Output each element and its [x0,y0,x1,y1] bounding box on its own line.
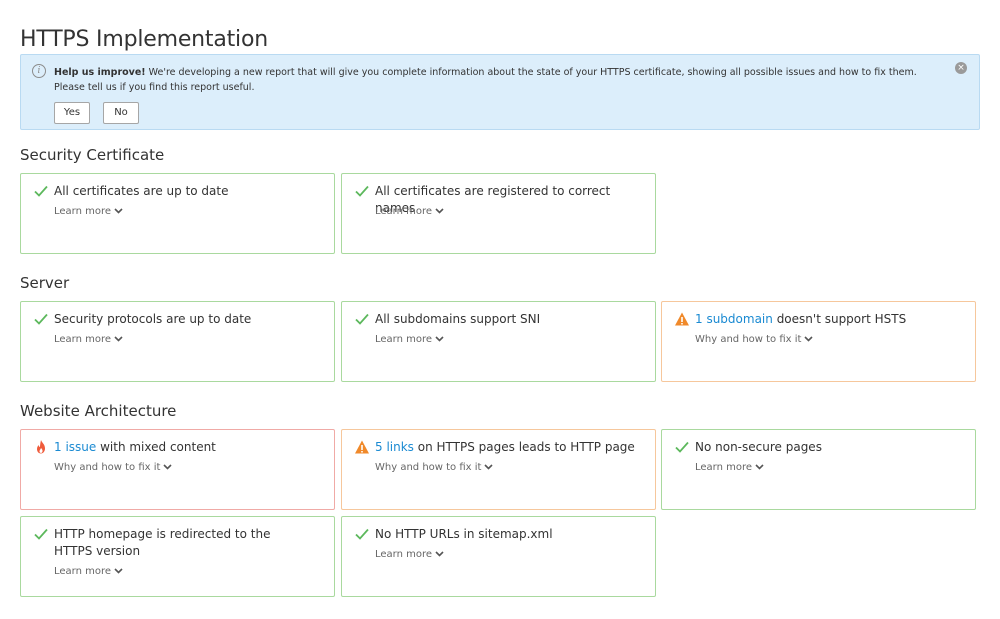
chevron-down-icon [163,464,173,470]
learn-more-toggle[interactable]: Learn more [375,206,444,217]
learn-more-label: Learn more [54,206,112,217]
page-title: HTTPS Implementation [20,26,268,52]
banner-bold-text: Help us improve! [54,67,146,78]
learn-more-label: Learn more [54,334,112,345]
banner-message: Help us improve! We're developing a new … [54,65,934,95]
section-heading-server: Server [20,274,70,292]
card-title: No HTTP URLs in sitemap.xml [375,527,553,541]
section-heading-security-certificate: Security Certificate [20,146,165,164]
feedback-banner: i Help us improve! We're developing a ne… [20,54,980,130]
learn-more-toggle[interactable]: Learn more [375,334,444,345]
learn-more-label: Learn more [375,206,433,217]
card-title-rest: on HTTPS pages leads to HTTP page [413,440,635,454]
issue-link[interactable]: 1 issue [54,440,96,454]
warning-icon [675,312,689,326]
chevron-down-icon [114,568,123,574]
chevron-down-icon [114,336,123,342]
yes-button[interactable]: Yes [54,102,90,124]
learn-more-toggle[interactable]: Learn more [54,334,123,345]
no-button[interactable]: No [103,102,139,124]
card-title: No non-secure pages [695,440,822,454]
card-title: All subdomains support SNI [375,312,541,326]
close-icon[interactable]: × [955,62,967,74]
chevron-down-icon [484,464,494,470]
warning-icon [355,440,369,454]
check-card-https-links: 5 links on HTTPS pages leads to HTTP pag… [341,429,656,510]
card-title: 1 subdomain doesn't support HSTS [695,311,963,328]
page: HTTPS Implementation i Help us improve! … [0,0,1000,619]
check-icon [355,528,369,540]
fix-it-toggle[interactable]: Why and how to fix it [375,462,494,473]
learn-more-label: Learn more [375,549,433,560]
check-icon [34,185,48,197]
chevron-down-icon [435,551,444,557]
check-card-mixed-content: 1 issue with mixed content Why and how t… [20,429,335,510]
subdomain-link[interactable]: 1 subdomain [695,312,773,326]
fix-it-label: Why and how to fix it [695,334,802,345]
check-card-hsts: 1 subdomain doesn't support HSTS Why and… [661,301,976,382]
learn-more-toggle[interactable]: Learn more [695,462,764,473]
chevron-down-icon [435,208,444,214]
check-card-certificates-correct-names: All certificates are registered to corre… [341,173,656,254]
section-heading-website-architecture: Website Architecture [20,402,177,420]
check-card-non-secure-pages: No non-secure pages Learn more [661,429,976,510]
banner-line2: Please tell us if you find this report u… [54,82,255,93]
fire-icon [37,440,45,454]
check-icon [34,313,48,325]
check-card-homepage-redirect: HTTP homepage is redirected to the HTTPS… [20,516,335,597]
chevron-down-icon [804,336,814,342]
learn-more-label: Learn more [375,334,433,345]
card-title-rest: doesn't support HSTS [772,312,907,326]
learn-more-label: Learn more [54,566,112,577]
check-card-security-protocols: Security protocols are up to date Learn … [20,301,335,382]
chevron-down-icon [755,464,764,470]
links-link[interactable]: 5 links [375,440,414,454]
learn-more-label: Learn more [695,462,753,473]
fix-it-label: Why and how to fix it [54,462,161,473]
chevron-down-icon [435,336,444,342]
card-title: Security protocols are up to date [54,312,252,326]
learn-more-toggle[interactable]: Learn more [54,566,123,577]
check-card-certificates-up-to-date: All certificates are up to date Learn mo… [20,173,335,254]
fix-it-toggle[interactable]: Why and how to fix it [695,334,814,345]
check-card-sitemap-urls: No HTTP URLs in sitemap.xml Learn more [341,516,656,597]
check-icon [675,441,689,453]
learn-more-toggle[interactable]: Learn more [54,206,123,217]
fix-it-toggle[interactable]: Why and how to fix it [54,462,173,473]
check-icon [355,313,369,325]
card-title: 1 issue with mixed content [54,439,322,456]
card-title: 5 links on HTTPS pages leads to HTTP pag… [375,439,643,456]
info-icon: i [32,64,46,78]
check-card-subdomains-sni: All subdomains support SNI Learn more [341,301,656,382]
check-icon [355,185,369,197]
card-title: HTTP homepage is redirected to the HTTPS… [54,527,271,558]
card-title: All certificates are up to date [54,184,229,198]
card-title-rest: with mixed content [96,440,216,454]
fix-it-label: Why and how to fix it [375,462,482,473]
learn-more-toggle[interactable]: Learn more [375,549,444,560]
chevron-down-icon [114,208,123,214]
banner-line1: We're developing a new report that will … [145,67,917,78]
check-icon [34,528,48,540]
